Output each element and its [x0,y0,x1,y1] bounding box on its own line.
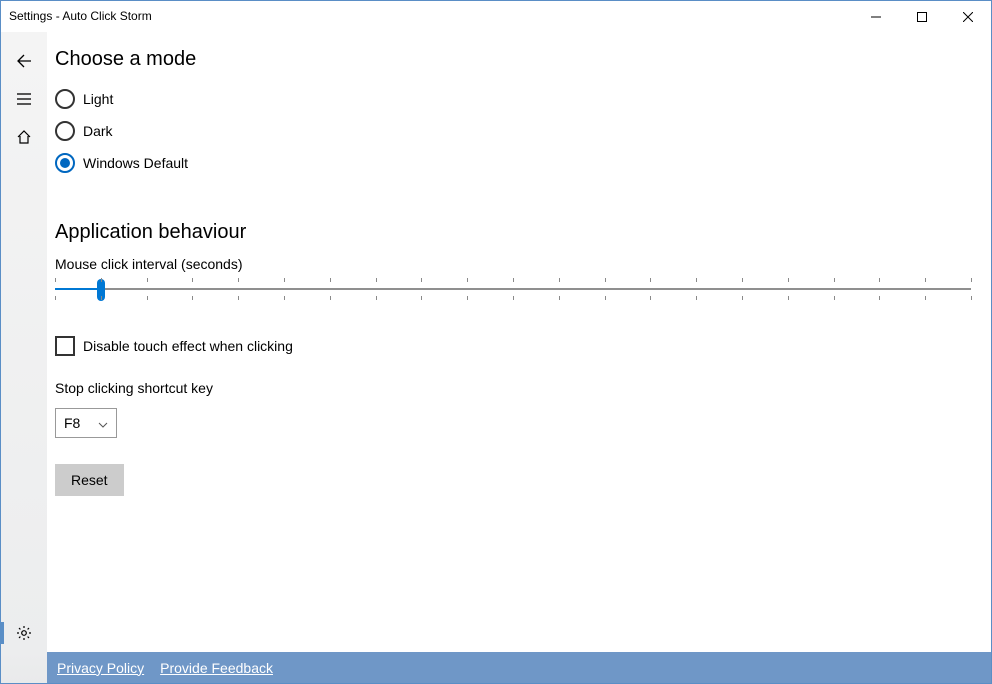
nav-rail-footer-bg [1,652,47,683]
hamburger-icon [16,91,32,107]
disable-touch-checkbox[interactable]: Disable touch effect when clicking [55,336,971,356]
footer-bar: Privacy Policy Provide Feedback [47,652,991,683]
mode-radio-dark[interactable]: Dark [55,115,971,147]
menu-button[interactable] [1,80,47,118]
home-button[interactable] [1,118,47,156]
slider-fill [55,288,101,290]
gear-icon [16,625,32,641]
radio-icon [55,121,75,141]
reset-button[interactable]: Reset [55,464,124,496]
maximize-button[interactable] [899,1,945,32]
minimize-button[interactable] [853,1,899,32]
shortcut-label: Stop clicking shortcut key [55,380,971,396]
shortcut-combo[interactable]: F8 [55,408,117,438]
checkbox-label: Disable touch effect when clicking [83,338,293,354]
radio-icon [55,153,75,173]
radio-icon [55,89,75,109]
radio-label: Windows Default [83,155,188,171]
settings-content: Choose a mode Light Dark Windows Default… [47,32,991,652]
nav-rail [1,32,47,652]
mode-radio-light[interactable]: Light [55,83,971,115]
checkbox-icon [55,336,75,356]
privacy-policy-link[interactable]: Privacy Policy [57,660,144,676]
back-button[interactable] [1,42,47,80]
behaviour-heading: Application behaviour [55,221,971,244]
slider-track [55,288,971,290]
combo-value: F8 [64,415,80,431]
chevron-down-icon [98,415,108,431]
caption-buttons [853,1,991,32]
close-button[interactable] [945,1,991,32]
interval-label: Mouse click interval (seconds) [55,256,971,272]
mode-radio-windows-default[interactable]: Windows Default [55,147,971,179]
radio-label: Dark [83,123,113,139]
title-bar: Settings - Auto Click Storm [1,1,991,32]
provide-feedback-link[interactable]: Provide Feedback [160,660,273,676]
back-arrow-icon [16,53,32,69]
radio-label: Light [83,91,113,107]
home-icon [16,129,32,145]
interval-slider[interactable] [55,278,971,310]
mode-heading: Choose a mode [55,48,971,71]
window-title: Settings - Auto Click Storm [9,1,152,32]
settings-nav-button[interactable] [1,614,47,652]
